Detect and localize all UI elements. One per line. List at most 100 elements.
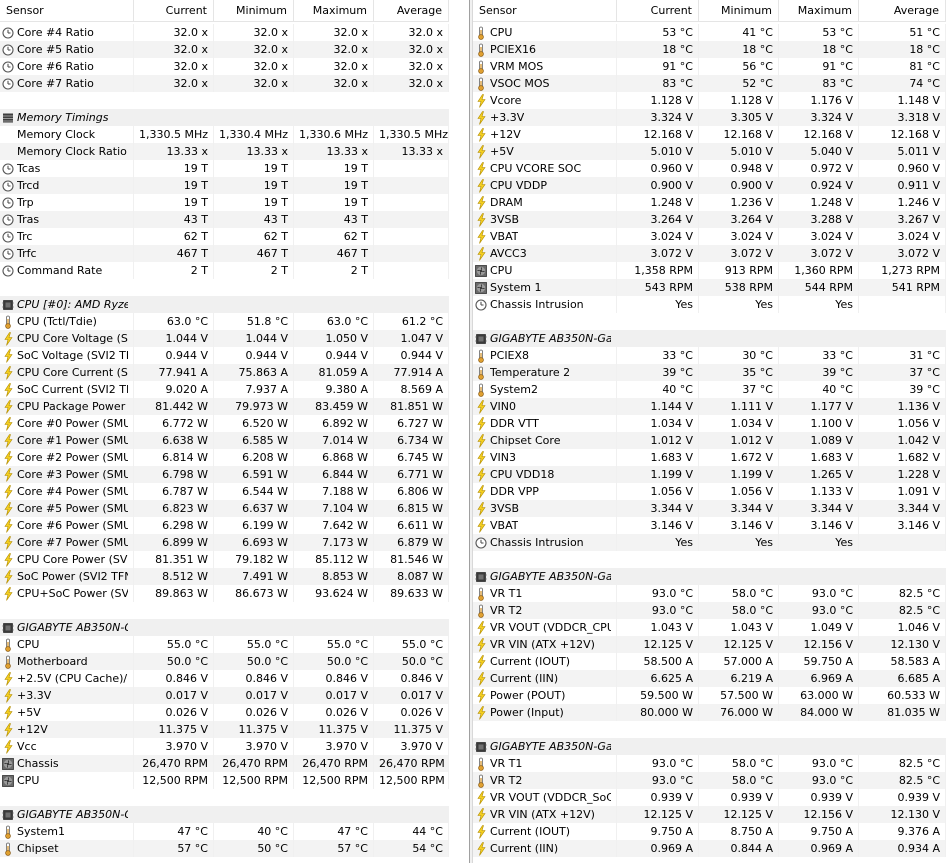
sensor-row[interactable]: System 1 543 RPM 538 RPM 544 RPM 541 RPM	[473, 279, 946, 296]
sensor-row[interactable]: CPU Core Current (S... 77.941 A 75.863 A 81…	[0, 364, 449, 381]
column-header-sensor[interactable]: Sensor	[0, 0, 134, 22]
sensor-row[interactable]: VR VIN (ATX +12V) 12.125 V 12.125 V 12.156 …	[473, 806, 946, 823]
sensor-row[interactable]: CPU VCORE SOC 0.960 V 0.948 V 0.972 V 0.960 …	[473, 160, 946, 177]
sensor-row[interactable]: SoC Current (SVI2 TFN) 9.020 A7.937 A9.38…	[0, 381, 449, 398]
sensor-row[interactable]: +3.3V 3.324 V 3.305 V 3.324 V 3.318 V	[473, 109, 946, 126]
sensor-row[interactable]: Chipset Core 1.012 V 1.012 V 1.089 V 1.042 V	[473, 432, 946, 449]
sensor-row[interactable]: +2.5V (CPU Cache)/... 0.846 V 0.846 V 0.846…	[0, 670, 449, 687]
sensor-group-header[interactable]: GIGABYTE AB350N-Ga...	[473, 568, 946, 585]
column-header-current[interactable]: Current	[134, 0, 214, 22]
column-header-minimum[interactable]: Minimum	[214, 0, 294, 22]
sensor-row[interactable]: VRM MOS 91 °C 56 °C 91 °C 81 °C	[473, 58, 946, 75]
sensor-row[interactable]: CPU 12,500 RPM 12,500 RPM 12,500 RPM 12,500 …	[0, 772, 449, 789]
sensor-row[interactable]: Current (IIN) 0.969 A 0.844 A 0.969 A 0.934 …	[473, 840, 946, 857]
sensor-row[interactable]: VR VOUT (VDDCR_CPU) 1.043 V 1.043 V 1.049 V…	[473, 619, 946, 636]
sensor-row[interactable]: DDR VTT 1.034 V 1.034 V 1.100 V 1.056 V	[473, 415, 946, 432]
sensor-row[interactable]: VSOC MOS 83 °C 52 °C 83 °C 74 °C	[473, 75, 946, 92]
sensor-row[interactable]: Core #4 Power (SMU) 6.787 W 6.544 W 7.188 W…	[0, 483, 449, 500]
sensor-row[interactable]: VR T1 93.0 °C 58.0 °C 93.0 °C 82.5 °C	[473, 585, 946, 602]
sensor-row[interactable]: PCIEX8 33 °C 30 °C 33 °C 31 °C	[473, 347, 946, 364]
sensor-row[interactable]: 3VSB 3.264 V 3.264 V 3.288 V 3.267 V	[473, 211, 946, 228]
sensor-row[interactable]: PCIEX16 18 °C 18 °C 18 °C 18 °C	[473, 41, 946, 58]
sensor-row[interactable]: Core #2 Power (SMU) 6.814 W 6.208 W 6.868 W…	[0, 449, 449, 466]
column-header-maximum[interactable]: Maximum	[779, 0, 859, 22]
sensor-row[interactable]: CPU 55.0 °C 55.0 °C 55.0 °C 55.0 °C	[0, 636, 449, 653]
column-header-maximum[interactable]: Maximum	[294, 0, 374, 22]
sensor-row[interactable]: Memory Clock Ratio 13.33 x 13.33 x 13.33 x1…	[0, 143, 449, 160]
sensor-row[interactable]: 3VSB 3.344 V 3.344 V 3.344 V 3.344 V	[473, 500, 946, 517]
sensor-row[interactable]: System1 47 °C 40 °C 47 °C 44 °C	[0, 823, 449, 840]
sensor-row[interactable]: Memory Clock 1,330.5 MHz 1,330.4 MHz 1,330.…	[0, 126, 449, 143]
column-header-average[interactable]: Average	[859, 0, 946, 22]
sensor-row[interactable]: Vcore 1.128 V 1.128 V 1.176 V 1.148 V	[473, 92, 946, 109]
sensor-row[interactable]: Trc 62 T 62 T 62 T	[0, 228, 449, 245]
sensor-row[interactable]: VR VOUT (VDDCR_SoC) 0.939 V 0.939 V 0.939 V…	[473, 789, 946, 806]
sensor-row[interactable]: Core #6 Ratio 32.0 x 32.0 x 32.0 x 32.0 x	[0, 58, 449, 75]
sensor-row[interactable]: +5V 5.010 V 5.010 V 5.040 V 5.011 V	[473, 143, 946, 160]
sensor-row[interactable]: CPU Core Power (SVI... 81.351 W79.182 W85…	[0, 551, 449, 568]
sensor-group-header[interactable]: GIGABYTE AB350N-Ga...	[473, 738, 946, 755]
sensor-group-header[interactable]: CPU [#0]: AMD Ryze...	[0, 296, 449, 313]
sensor-row[interactable]: SoC Power (SVI2 TFN) 8.512 W 7.491 W 8.853 …	[0, 568, 449, 585]
right-sensor-pane[interactable]: Sensor Current Minimum Maximum Average CPU 53…	[473, 0, 946, 863]
column-header-average[interactable]: Average	[374, 0, 449, 22]
sensor-row[interactable]: CPU+SoC Power (SVI... 89.863 W86.673 W93.…	[0, 585, 449, 602]
sensor-row[interactable]: VR VIN (ATX +12V) 12.125 V 12.125 V 12.156 …	[473, 636, 946, 653]
sensor-row[interactable]: VBAT 3.024 V 3.024 V 3.024 V 3.024 V	[473, 228, 946, 245]
sensor-row[interactable]: Trfc 467 T 467 T 467 T	[0, 245, 449, 262]
sensor-row[interactable]: Chassis Intrusion Yes Yes Yes	[473, 534, 946, 551]
sensor-row[interactable]: Motherboard 50.0 °C 50.0 °C 50.0 °C 50.0 °C	[0, 653, 449, 670]
sensor-row[interactable]: Vcc 3.970 V 3.970 V 3.970 V 3.970 V	[0, 738, 449, 755]
sensor-row[interactable]: Core #7 Ratio 32.0 x 32.0 x 32.0 x 32.0 x	[0, 75, 449, 92]
sensor-row[interactable]: Chassis 26,470 RPM 26,470 RPM 26,470 RPM 26,…	[0, 755, 449, 772]
sensor-row[interactable]: CPU 1,358 RPM 913 RPM 1,360 RPM 1,273 RPM	[473, 262, 946, 279]
sensor-row[interactable]: System2 40 °C 37 °C 40 °C 39 °C	[473, 381, 946, 398]
sensor-row[interactable]: +3.3V 0.017 V 0.017 V 0.017 V 0.017 V	[0, 687, 449, 704]
column-header-sensor[interactable]: Sensor	[473, 0, 617, 22]
sensor-row[interactable]: Core #6 Power (SMU) 6.298 W 6.199 W 7.642 W…	[0, 517, 449, 534]
sensor-row[interactable]: Chipset 57 °C 50 °C 57 °C 54 °C	[0, 840, 449, 857]
sensor-row[interactable]: Core #5 Power (SMU) 6.823 W 6.637 W 7.104 W…	[0, 500, 449, 517]
sensor-row[interactable]: Tras 43 T 43 T 43 T	[0, 211, 449, 228]
sensor-group-header[interactable]: Memory Timings	[0, 109, 449, 126]
sensor-row[interactable]: VR T1 93.0 °C 58.0 °C 93.0 °C 82.5 °C	[473, 755, 946, 772]
sensor-row[interactable]: CPU 53 °C 41 °C 53 °C 51 °C	[473, 24, 946, 41]
sensor-row[interactable]: Core #7 Power (SMU) 6.899 W 6.693 W 7.173 W…	[0, 534, 449, 551]
sensor-row[interactable]: VIN0 1.144 V 1.111 V 1.177 V 1.136 V	[473, 398, 946, 415]
column-header-minimum[interactable]: Minimum	[699, 0, 779, 22]
sensor-row[interactable]: AVCC3 3.072 V 3.072 V 3.072 V 3.072 V	[473, 245, 946, 262]
sensor-group-header[interactable]: GIGABYTE AB350N-Ga...	[473, 330, 946, 347]
sensor-row[interactable]: CPU VDDP 0.900 V 0.900 V 0.924 V 0.911 V	[473, 177, 946, 194]
sensor-row[interactable]: +5V 0.026 V 0.026 V 0.026 V 0.026 V	[0, 704, 449, 721]
sensor-row[interactable]: VR T2 93.0 °C 58.0 °C 93.0 °C 82.5 °C	[473, 772, 946, 789]
sensor-row[interactable]: Power (Input) 80.000 W 76.000 W 84.000 W 81.…	[473, 704, 946, 721]
sensor-row[interactable]: +12V 11.375 V 11.375 V 11.375 V 11.375 V	[0, 721, 449, 738]
sensor-row[interactable]: CPU Core Voltage (S... 1.044 V 1.044 V 1.05…	[0, 330, 449, 347]
sensor-row[interactable]: VIN3 1.683 V 1.672 V 1.683 V 1.682 V	[473, 449, 946, 466]
sensor-row[interactable]: Current (IOUT) 58.500 A 57.000 A 59.750 A 58…	[473, 653, 946, 670]
sensor-row[interactable]: Core #0 Power (SMU) 6.772 W 6.520 W 6.892 W…	[0, 415, 449, 432]
sensor-row[interactable]: VR T2 93.0 °C 58.0 °C 93.0 °C 82.5 °C	[473, 602, 946, 619]
sensor-row[interactable]: DDR VPP 1.056 V 1.056 V 1.133 V 1.091 V	[473, 483, 946, 500]
sensor-row[interactable]: Power (POUT) 59.500 W 57.500 W 63.000 W 60.5…	[473, 687, 946, 704]
sensor-row[interactable]: DRAM 1.248 V 1.236 V 1.248 V 1.246 V	[473, 194, 946, 211]
sensor-row[interactable]: Command Rate 2 T2 T2 T	[0, 262, 449, 279]
sensor-row[interactable]: Chassis Intrusion Yes Yes Yes	[473, 296, 946, 313]
sensor-row[interactable]: Current (IOUT) 9.750 A 8.750 A 9.750 A 9.376…	[473, 823, 946, 840]
sensor-row[interactable]: Temperature 2 39 °C 35 °C 39 °C 37 °C	[473, 364, 946, 381]
sensor-row[interactable]: Current (IIN) 6.625 A 6.219 A 6.969 A 6.685 …	[473, 670, 946, 687]
sensor-row[interactable]: CPU Package Power (... 81.442 W79.973 W83…	[0, 398, 449, 415]
sensor-row[interactable]: Trcd 19 T 19 T 19 T	[0, 177, 449, 194]
sensor-group-header[interactable]: GIGABYTE AB350N-G...	[0, 806, 449, 823]
left-sensor-pane[interactable]: Sensor Current Minimum Maximum Average Core …	[0, 0, 469, 863]
sensor-row[interactable]: Tcas 19 T 19 T 19 T	[0, 160, 449, 177]
sensor-row[interactable]: Trp 19 T 19 T 19 T	[0, 194, 449, 211]
sensor-row[interactable]: VBAT 3.146 V 3.146 V 3.146 V 3.146 V	[473, 517, 946, 534]
sensor-row[interactable]: SoC Voltage (SVI2 TFN)0.944 V0.944 V0.94…	[0, 347, 449, 364]
sensor-row[interactable]: Core #4 Ratio 32.0 x 32.0 x 32.0 x 32.0 x	[0, 24, 449, 41]
sensor-row[interactable]: Core #5 Ratio 32.0 x 32.0 x 32.0 x 32.0 x	[0, 41, 449, 58]
sensor-row[interactable]: Core #1 Power (SMU) 6.638 W 6.585 W 7.014 W…	[0, 432, 449, 449]
column-header-current[interactable]: Current	[617, 0, 699, 22]
sensor-row[interactable]: CPU (Tctl/Tdie) 63.0 °C 51.8 °C 63.0 °C 61.2…	[0, 313, 449, 330]
sensor-row[interactable]: CPU VDD18 1.199 V 1.199 V 1.265 V 1.228 V	[473, 466, 946, 483]
